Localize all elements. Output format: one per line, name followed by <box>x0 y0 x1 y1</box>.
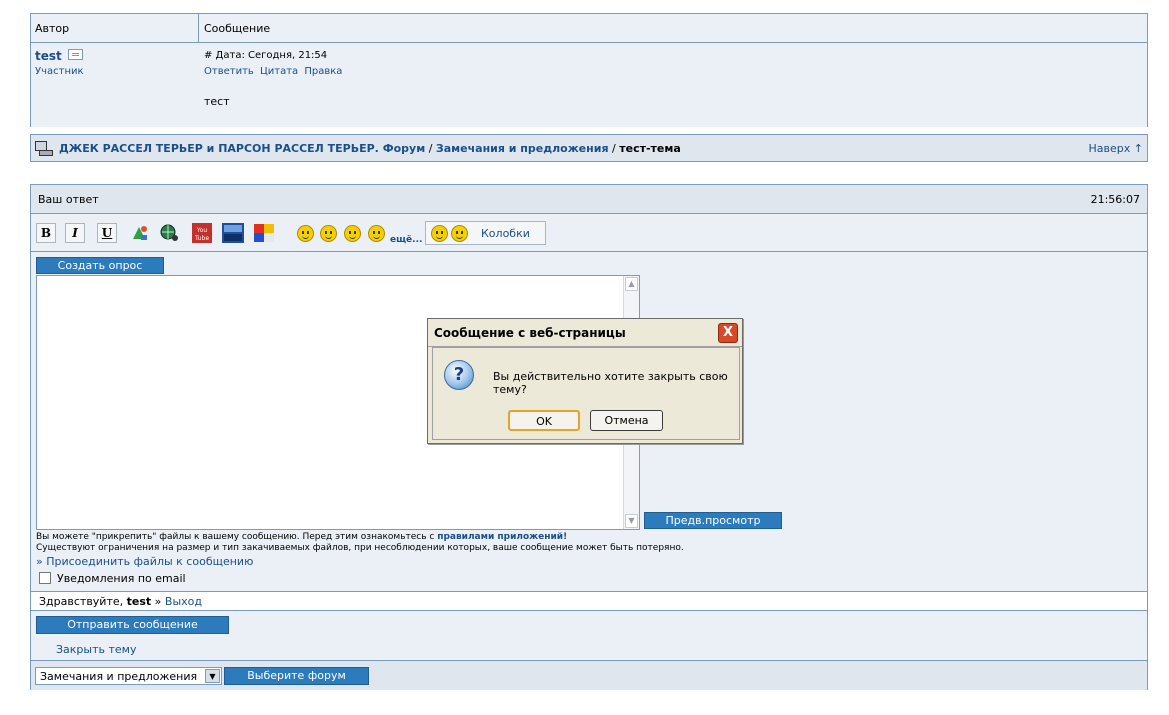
svg-text:You: You <box>196 227 208 234</box>
logout-link[interactable]: Выход <box>165 595 202 608</box>
quote-link[interactable]: Цитата <box>260 66 298 77</box>
choose-forum-button[interactable]: Выберите форум <box>224 667 369 685</box>
greeting-user: test <box>126 595 152 608</box>
close-icon[interactable]: X <box>718 323 738 343</box>
greeting-separator: » <box>151 595 165 608</box>
attach-info-text: Вы можете "прикрепить" файлы к вашему со… <box>36 532 438 542</box>
send-message-button[interactable]: Отправить сообщение <box>36 616 229 634</box>
attach-info: Вы можете "прикрепить" файлы к вашему со… <box>36 532 567 542</box>
bold-button[interactable]: B <box>36 223 56 243</box>
attach-limits-info: Существуют ограничения на размер и тип з… <box>36 543 684 553</box>
create-poll-button[interactable]: Создать опрос <box>36 257 164 274</box>
post-row: test Участник # Дата: Сегодня, 21:54 Отв… <box>31 43 1147 127</box>
forum-tree-icon <box>35 141 53 156</box>
kolobki-label: Колобки <box>481 227 530 240</box>
question-icon: ? <box>444 360 474 390</box>
greeting: Здравствуйте, test » Выход <box>39 595 202 608</box>
scroll-up-icon[interactable]: ▲ <box>625 277 638 291</box>
table-icon[interactable] <box>253 223 275 243</box>
editor-toolbar: B I U You Tube ещё... Колобки <box>31 214 1147 252</box>
tongue-icon[interactable] <box>344 225 361 242</box>
post-actions: Ответить Цитата Правка <box>204 66 345 77</box>
dialog-body: ? Вы действительно хотите закрыть свою т… <box>432 347 740 440</box>
email-notify-row: Уведомления по email <box>39 572 186 585</box>
to-top-link[interactable]: Наверх ↑ <box>1089 142 1143 155</box>
reply-header: Ваш ответ 21:56:07 <box>31 185 1147 214</box>
cancel-button[interactable]: Отмена <box>590 410 663 431</box>
kolobok-icon <box>431 225 448 242</box>
youtube-icon[interactable]: You Tube <box>191 223 213 243</box>
breadcrumb-text: ДЖЕК РАССЕЛ ТЕРЬЕР и ПАРСОН РАССЕЛ ТЕРЬЕ… <box>59 142 681 155</box>
forum-jump-row: Замечания и предложения ▼ Выберите форум <box>31 660 1147 690</box>
dialog-titlebar: Сообщение с веб-страницы X <box>428 319 742 347</box>
chevron-down-icon[interactable]: ▼ <box>205 669 220 683</box>
author-column-header: Автор <box>35 22 70 35</box>
kolobki-button[interactable]: Колобки <box>425 221 546 245</box>
greeting-text: Здравствуйте, <box>39 595 127 608</box>
kolobok-laugh-icon <box>451 225 468 242</box>
close-topic-link[interactable]: Закрыть тему <box>56 643 136 656</box>
breadcrumb-separator: / <box>425 142 436 155</box>
confirm-dialog: Сообщение с веб-страницы X ? Вы действит… <box>427 318 743 444</box>
scroll-down-icon[interactable]: ▼ <box>625 514 638 528</box>
reply-link[interactable]: Ответить <box>204 66 254 77</box>
greeting-row: Здравствуйте, test » Выход <box>31 591 1147 611</box>
reply-time: 21:56:07 <box>1090 193 1140 206</box>
breadcrumb: ДЖЕК РАССЕЛ ТЕРЬЕР и ПАРСОН РАССЕЛ ТЕРЬЕ… <box>30 134 1148 162</box>
wink-icon[interactable] <box>320 225 337 242</box>
breadcrumb-separator: / <box>608 142 620 155</box>
ok-button[interactable]: OK <box>508 410 580 431</box>
post-table: Автор Сообщение test Участник # Дата: Се… <box>30 13 1148 127</box>
email-notify-label: Уведомления по email <box>57 572 186 585</box>
video-mail-icon[interactable] <box>222 223 244 243</box>
reply-title: Ваш ответ <box>38 193 99 206</box>
attach-files-link[interactable]: » Присоединить файлы к сообщению <box>36 555 253 568</box>
attach-rules-link[interactable]: правилами приложений! <box>437 532 567 542</box>
post-text: тест <box>204 95 230 108</box>
message-column-header: Сообщение <box>204 22 271 35</box>
svg-text:Tube: Tube <box>194 235 209 242</box>
forum-select-value: Замечания и предложения <box>40 670 198 683</box>
email-notify-checkbox[interactable] <box>39 572 51 584</box>
breadcrumb-current: тест-тема <box>619 142 681 155</box>
dialog-message: Вы действительно хотите закрыть свою тем… <box>493 370 728 396</box>
dialog-title: Сообщение с веб-страницы <box>434 326 626 340</box>
forum-select[interactable]: Замечания и предложения ▼ <box>35 667 222 685</box>
italic-button[interactable]: I <box>65 223 85 243</box>
profile-card-icon[interactable] <box>68 49 83 60</box>
edit-link[interactable]: Правка <box>304 66 342 77</box>
more-smiles-link[interactable]: ещё... <box>390 235 422 245</box>
breadcrumb-section-link[interactable]: Замечания и предложения <box>436 142 609 155</box>
link-globe-icon[interactable] <box>159 223 181 243</box>
author-role: Участник <box>35 66 84 77</box>
underline-button[interactable]: U <box>97 223 117 243</box>
breadcrumb-forum-link[interactable]: ДЖЕК РАССЕЛ ТЕРЬЕР и ПАРСОН РАССЕЛ ТЕРЬЕ… <box>59 142 425 155</box>
post-date: # Дата: Сегодня, 21:54 <box>204 50 328 61</box>
author-name-link[interactable]: test <box>35 49 62 63</box>
color-icon[interactable] <box>129 223 151 243</box>
smile-icon[interactable] <box>297 225 314 242</box>
preview-button[interactable]: Предв.просмотр <box>644 512 782 529</box>
send-row: Отправить сообщение <box>31 612 1147 638</box>
sad-icon[interactable] <box>368 225 385 242</box>
